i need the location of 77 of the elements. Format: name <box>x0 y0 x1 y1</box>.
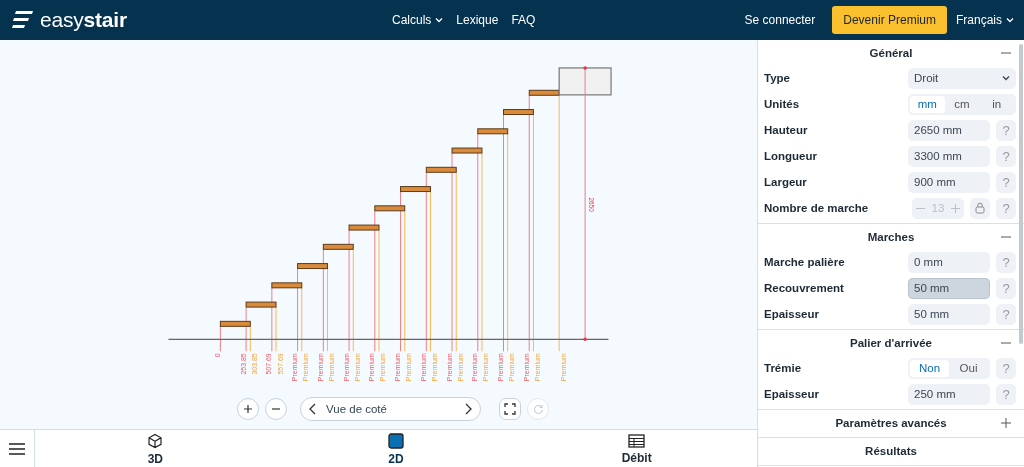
dimension-line <box>249 325 251 352</box>
dimension-line <box>219 325 221 352</box>
type-select[interactable]: Droit <box>908 67 1016 89</box>
stair-tread <box>528 89 560 96</box>
segment-option[interactable]: Non <box>910 359 949 377</box>
cube-icon <box>147 433 164 450</box>
stair-tread <box>503 109 534 116</box>
lock-icon <box>975 202 985 214</box>
nav-link[interactable]: FAQ <box>511 13 536 27</box>
segment-option[interactable]: mm <box>910 95 945 113</box>
segment-option[interactable]: cm <box>944 95 980 113</box>
segment-option[interactable]: Oui <box>949 359 988 377</box>
stair-tread <box>271 282 303 289</box>
field-label: Largeur <box>764 176 808 188</box>
stair-tread <box>425 166 457 173</box>
zoom-out-button[interactable] <box>265 398 287 421</box>
rotate-icon <box>532 403 544 415</box>
scrollbar-thumb[interactable] <box>1019 44 1023 344</box>
lock-button[interactable] <box>970 197 990 219</box>
chevron-right-icon <box>465 403 472 416</box>
plus-icon <box>243 404 253 415</box>
dimension-line <box>271 287 273 352</box>
dimension-line <box>275 306 277 352</box>
caret-icon <box>1006 17 1014 23</box>
view-switcher[interactable]: Vue de coté <box>300 397 481 422</box>
stair-tread <box>477 128 509 135</box>
language-menu[interactable]: Français <box>956 13 1014 27</box>
logo-icon <box>12 10 34 30</box>
caret-icon <box>435 17 444 23</box>
plus-icon <box>951 203 961 213</box>
nav-link[interactable]: Lexique <box>456 13 499 27</box>
field-label: Trémie <box>764 362 803 374</box>
dimension-line <box>245 306 247 352</box>
menu-icon <box>9 442 25 455</box>
table-icon <box>628 434 646 449</box>
stair-tread <box>245 301 277 308</box>
section-header[interactable]: Paramètres avancés <box>758 410 1024 435</box>
section-header[interactable]: Résultats <box>758 438 1024 463</box>
stair-tread <box>348 224 380 231</box>
dimension-line <box>301 287 303 352</box>
segment-option[interactable]: in <box>979 95 1014 113</box>
login-link[interactable]: Se connecter <box>744 13 816 27</box>
field-label: Longueur <box>764 150 819 162</box>
input-field[interactable]: 900 mm <box>908 171 990 193</box>
field-label: Nombre de marche <box>764 202 870 214</box>
premium-button[interactable]: Devenir Premium <box>832 6 947 34</box>
field-label: Type <box>764 72 791 84</box>
landing-block <box>558 67 612 96</box>
field-label: Recouvrement <box>764 282 845 294</box>
input-field[interactable]: 3300 mm <box>908 145 990 167</box>
chevron-left-icon <box>309 403 316 416</box>
section-header[interactable]: Marches <box>758 224 1024 249</box>
input-field[interactable]: 50 mm <box>908 277 990 299</box>
fullscreen-button[interactable] <box>499 398 521 421</box>
field-label: Epaisseur <box>764 388 820 400</box>
section-header[interactable]: Palier d'arrivée <box>758 330 1024 355</box>
input-field[interactable]: 0 mm <box>908 251 990 273</box>
field-label: Marche palière <box>764 256 846 268</box>
input-field[interactable]: 50 mm <box>908 303 990 325</box>
square-icon <box>388 433 404 450</box>
zoom-in-button[interactable] <box>237 398 259 421</box>
stair-tread <box>219 320 251 327</box>
field-label: Hauteur <box>764 124 809 136</box>
input-field[interactable]: 2650 mm <box>908 119 990 141</box>
fullscreen-icon <box>504 403 516 416</box>
stair-tread <box>297 263 328 270</box>
stair-tread <box>400 186 431 193</box>
input-field[interactable]: 250 mm <box>908 383 990 405</box>
field-label: Epaisseur <box>764 308 820 320</box>
logo-text[interactable]: easystair <box>40 8 127 32</box>
stair-tread <box>322 243 354 250</box>
section-header[interactable]: Général <box>758 40 1024 65</box>
nav-link[interactable]: Calculs <box>392 13 444 27</box>
stair-tread <box>374 205 406 212</box>
stair-tread <box>451 147 483 154</box>
field-label: Unités <box>764 98 801 110</box>
caret-icon <box>1002 75 1010 81</box>
